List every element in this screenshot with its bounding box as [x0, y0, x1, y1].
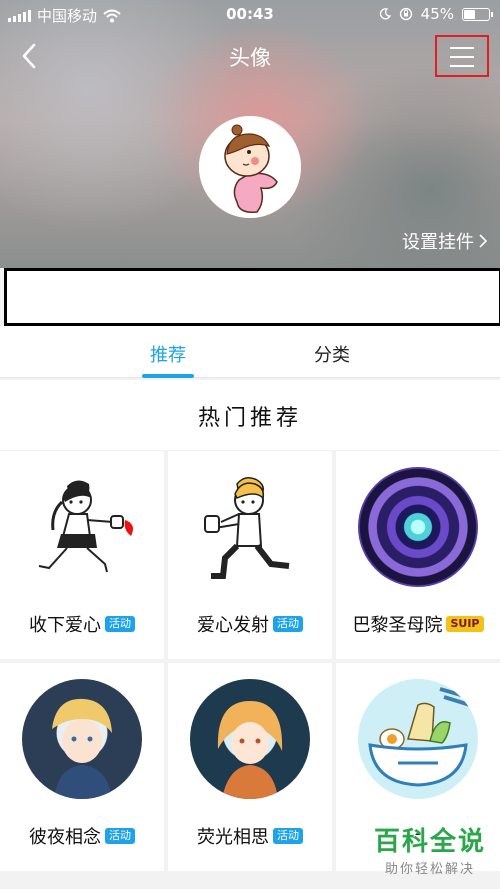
set-pendant-link[interactable]: 设置挂件 — [402, 228, 488, 254]
moon-icon — [379, 8, 391, 20]
section-title: 热门推荐 — [0, 380, 500, 450]
current-avatar[interactable] — [199, 116, 301, 218]
noodle-bowl-image — [358, 679, 478, 799]
orientation-lock-icon — [399, 7, 412, 21]
tab-bar: 推荐 分类 — [0, 326, 500, 378]
baby-avatar-image — [199, 116, 301, 218]
avatar-name: 巴黎圣母院 — [352, 615, 443, 636]
event-badge: 活动 — [105, 828, 135, 844]
battery-icon — [462, 7, 493, 21]
pendant-label: 设置挂件 — [402, 232, 474, 253]
profile-header: 中国移动 00:43 45% 头像 设置挂件 — [0, 0, 500, 268]
battery-percent: 45% — [420, 5, 454, 23]
event-badge: 活动 — [105, 616, 135, 632]
avatar-name: 彼夜相念 — [29, 827, 101, 848]
anime-boy-image — [22, 679, 142, 799]
nav-bar: 头像 — [0, 30, 500, 80]
avatar-thumb — [336, 663, 500, 815]
chevron-right-icon — [479, 234, 488, 248]
avatar-thumb — [168, 451, 332, 603]
rose-window-image — [358, 467, 478, 587]
page-title: 头像 — [229, 46, 271, 70]
blank-banner-area — [4, 268, 500, 326]
avatar-card[interactable]: 收下爱心 活动 — [0, 451, 164, 659]
tab-indicator — [142, 374, 194, 378]
avatar-thumb — [168, 663, 332, 815]
status-bar: 中国移动 00:43 45% — [0, 0, 500, 30]
avatar-thumb — [0, 663, 164, 815]
event-badge: 活动 — [273, 828, 303, 844]
tab-category[interactable]: 分类 — [314, 341, 350, 367]
avatar-card[interactable]: 巴黎圣母院 SUIP — [336, 451, 500, 659]
menu-button[interactable] — [435, 35, 489, 77]
event-badge: 活动 — [273, 616, 303, 632]
avatar-name: 收下爱心 — [29, 615, 101, 636]
avatar-name: 荧光相思 — [197, 827, 269, 848]
watermark: 百科全说 助你轻松解决 — [374, 821, 486, 877]
tab-recommend[interactable]: 推荐 — [150, 341, 186, 367]
watermark-title: 百科全说 — [373, 827, 486, 857]
avatar-card[interactable]: 彼夜相念 活动 — [0, 663, 164, 871]
battery-level — [464, 9, 475, 19]
avatar-name: 爱心发射 — [197, 615, 269, 636]
avatar-thumb — [0, 451, 164, 603]
suip-badge: SUIP — [446, 616, 484, 632]
avatar-card[interactable]: 荧光相思 活动 — [168, 663, 332, 871]
avatar-card[interactable]: 爱心发射 活动 — [168, 451, 332, 659]
avatar-thumb — [336, 451, 500, 603]
anime-girl-image — [190, 679, 310, 799]
watermark-subtitle: 助你轻松解决 — [384, 862, 475, 877]
menu-icon — [450, 47, 474, 49]
